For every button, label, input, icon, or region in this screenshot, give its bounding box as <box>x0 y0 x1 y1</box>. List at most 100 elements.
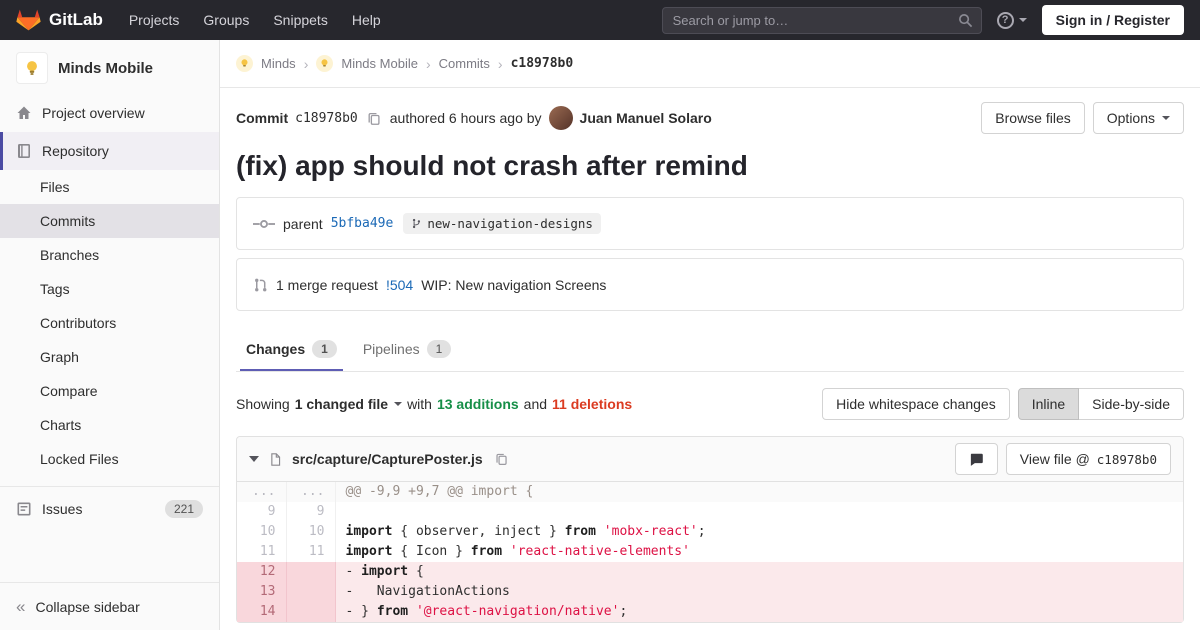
sidebar-item-compare[interactable]: Compare <box>0 374 219 408</box>
old-line-number[interactable]: 9 <box>237 502 286 522</box>
new-line-number[interactable] <box>286 582 335 602</box>
home-icon <box>16 105 32 121</box>
copy-icon <box>495 452 508 466</box>
diff-code: import { observer, inject } from 'mobx-r… <box>335 522 1183 542</box>
repository-icon <box>16 143 32 159</box>
sidebar-item-branches[interactable]: Branches <box>0 238 219 272</box>
double-chevron-left-icon: « <box>16 598 25 615</box>
mr-title-text: WIP: New navigation Screens <box>421 277 606 293</box>
diff-table: ......@@ -9,9 +9,7 @@ import {991010impo… <box>237 482 1183 622</box>
tab-pipelines[interactable]: Pipelines 1 <box>357 329 458 371</box>
old-line-number[interactable]: 10 <box>237 522 286 542</box>
diff-code: - NavigationActions <box>335 582 1183 602</box>
breadcrumb-separator: › <box>426 56 431 72</box>
changed-files-label: 1 changed file <box>295 396 388 412</box>
old-line-number[interactable]: ... <box>237 482 286 502</box>
sign-in-button[interactable]: Sign in / Register <box>1042 5 1184 35</box>
sidebar-item-locked-files[interactable]: Locked Files <box>0 442 219 476</box>
collapse-sidebar-label: Collapse sidebar <box>35 599 139 615</box>
and-text: and <box>524 396 547 412</box>
diff-file-header: src/capture/CapturePoster.js <box>237 437 1183 482</box>
mr-count-text: 1 merge request <box>276 277 378 293</box>
lightbulb-icon <box>319 58 330 69</box>
collapse-sidebar-button[interactable]: « Collapse sidebar <box>0 582 219 630</box>
sidebar-project-link[interactable]: Minds Mobile <box>0 40 219 94</box>
hide-whitespace-button[interactable]: Hide whitespace changes <box>822 388 1010 420</box>
diff-code: - } from '@react-navigation/native'; <box>335 602 1183 622</box>
view-mode-toggle: Inline Side-by-side <box>1018 388 1184 420</box>
breadcrumb-commits[interactable]: Commits <box>439 56 490 71</box>
parent-sha-link[interactable]: 5bfba49e <box>331 216 394 231</box>
inline-view-button[interactable]: Inline <box>1018 388 1079 420</box>
pipelines-count-badge: 1 <box>427 340 452 358</box>
tanuki-icon <box>16 8 41 32</box>
sidebar-item-contributors[interactable]: Contributors <box>0 306 219 340</box>
diff-line: 12 - import { <box>237 562 1183 582</box>
diff-code: @@ -9,9 +9,7 @@ import { <box>335 482 1183 502</box>
collapse-diff-toggle[interactable] <box>249 456 259 462</box>
copy-sha-button[interactable] <box>365 109 383 128</box>
comment-icon <box>969 452 984 467</box>
comment-file-button[interactable] <box>955 443 998 475</box>
options-button[interactable]: Options <box>1093 102 1184 134</box>
old-line-number[interactable]: 12 <box>237 562 286 582</box>
old-line-number[interactable]: 13 <box>237 582 286 602</box>
sidebar-item-project-overview[interactable]: Project overview <box>0 94 219 132</box>
breadcrumb-separator: › <box>498 56 503 72</box>
sidebar-item-charts[interactable]: Charts <box>0 408 219 442</box>
nav-projects[interactable]: Projects <box>129 12 180 28</box>
sidebar-item-label: Repository <box>42 143 109 159</box>
mr-ref-link[interactable]: !504 <box>386 277 413 293</box>
diff-code: - import { <box>335 562 1183 582</box>
author-link[interactable]: Juan Manuel Solaro <box>580 110 712 126</box>
logo-text: GitLab <box>49 10 103 30</box>
sidebar-item-files[interactable]: Files <box>0 170 219 204</box>
side-by-side-view-button[interactable]: Side-by-side <box>1078 388 1184 420</box>
diff-code: import { Icon } from 'react-native-eleme… <box>335 542 1183 562</box>
repository-subnav: Files Commits Branches Tags Contributors… <box>0 170 219 476</box>
nav-groups[interactable]: Groups <box>203 12 249 28</box>
file-path-link[interactable]: src/capture/CapturePoster.js <box>292 451 483 467</box>
new-line-number[interactable]: 9 <box>286 502 335 522</box>
sidebar-item-issues[interactable]: Issues 221 <box>0 486 219 530</box>
changed-files-dropdown[interactable]: 1 changed file <box>295 396 402 412</box>
view-file-button[interactable]: View file @ c18978b0 <box>1006 443 1171 475</box>
sidebar-item-repository[interactable]: Repository <box>0 132 219 170</box>
diff-code <box>335 502 1183 522</box>
tab-changes[interactable]: Changes 1 <box>240 329 343 371</box>
gitlab-logo[interactable]: GitLab <box>16 8 103 32</box>
help-icon: ? <box>997 12 1014 29</box>
search-icon[interactable] <box>958 13 973 28</box>
author-avatar[interactable] <box>549 106 573 130</box>
sidebar-item-tags[interactable]: Tags <box>0 272 219 306</box>
new-line-number[interactable]: 10 <box>286 522 335 542</box>
new-line-number[interactable] <box>286 602 335 622</box>
primary-nav: Projects Groups Snippets Help <box>129 12 381 28</box>
old-line-number[interactable]: 14 <box>237 602 286 622</box>
project-avatar-small <box>316 55 333 72</box>
parent-commit-box: parent 5bfba49e new-navigation-designs <box>236 197 1184 250</box>
sidebar-item-label: Project overview <box>42 105 145 121</box>
help-dropdown[interactable]: ? <box>997 12 1027 29</box>
breadcrumb-minds-mobile[interactable]: Minds Mobile <box>341 56 418 71</box>
breadcrumb-minds[interactable]: Minds <box>261 56 296 71</box>
browse-files-button[interactable]: Browse files <box>981 102 1084 134</box>
issues-icon <box>16 501 32 517</box>
new-line-number[interactable] <box>286 562 335 582</box>
sidebar-item-graph[interactable]: Graph <box>0 340 219 374</box>
sidebar-item-commits[interactable]: Commits <box>0 204 219 238</box>
tab-label: Pipelines <box>363 341 420 357</box>
old-line-number[interactable]: 11 <box>237 542 286 562</box>
chevron-down-icon <box>394 402 402 406</box>
search-box <box>662 7 982 34</box>
nav-snippets[interactable]: Snippets <box>273 12 327 28</box>
copy-file-path-button[interactable] <box>493 450 510 468</box>
branch-chip[interactable]: new-navigation-designs <box>403 213 601 234</box>
new-line-number[interactable]: ... <box>286 482 335 502</box>
options-label: Options <box>1107 110 1155 126</box>
project-avatar <box>16 52 48 84</box>
nav-help[interactable]: Help <box>352 12 381 28</box>
search-input[interactable] <box>662 7 982 34</box>
tab-label: Changes <box>246 341 305 357</box>
new-line-number[interactable]: 11 <box>286 542 335 562</box>
